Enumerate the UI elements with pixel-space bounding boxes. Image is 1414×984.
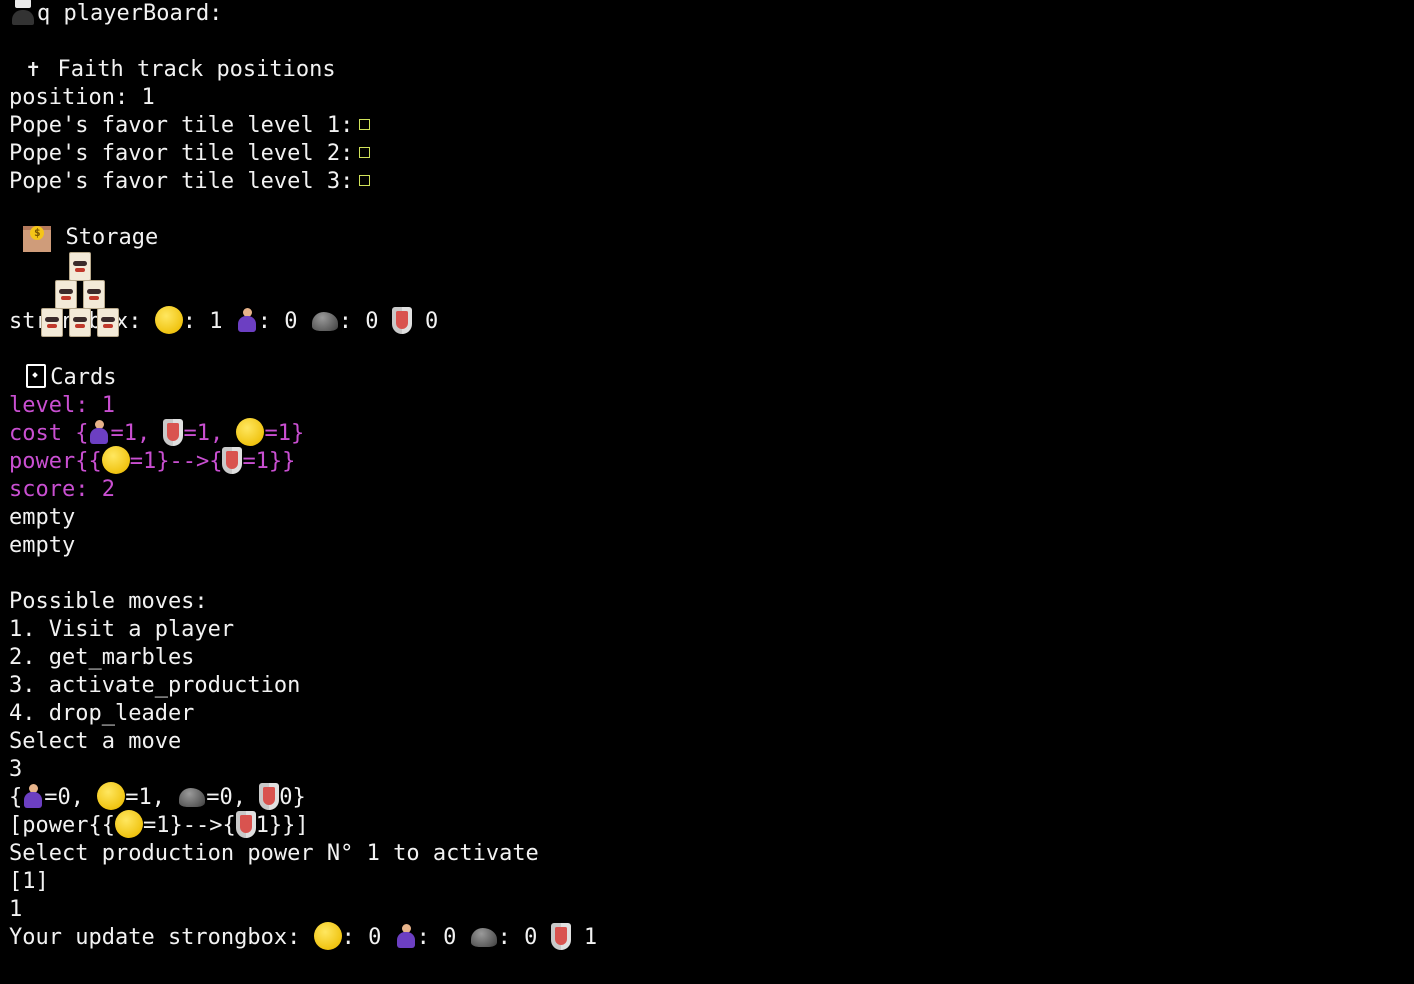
shield-icon (222, 446, 243, 474)
empty-box-icon (359, 119, 371, 130)
shelf-slot-icon (69, 308, 91, 337)
stone-icon (311, 308, 339, 332)
empty-box-icon (359, 147, 371, 158)
pope-tile-1: Pope's favor tile level 1: (9, 112, 1414, 140)
pope-tile-3: Pope's favor tile level 3: (9, 168, 1414, 196)
pope-tile-2: Pope's favor tile level 2: (9, 140, 1414, 168)
resources-shield: 0} (279, 785, 306, 810)
cost-coin: =1} (264, 421, 305, 446)
power-list-prefix: [power{{ (9, 813, 115, 838)
resources-stone: =0, (206, 785, 260, 810)
storage-shelf-spacer (9, 280, 1414, 308)
card-cost: cost { =1, =1, =1} (9, 418, 1414, 448)
shelf-slot-icon (97, 308, 119, 337)
card-score: score: 2 (9, 477, 115, 502)
shield-icon (550, 922, 571, 950)
shield-icon (163, 418, 184, 446)
power-list-line: [power{{ =1}-->{ 1}}] (9, 810, 1414, 840)
cost-shield: =1, (183, 421, 237, 446)
move-prompt: Select a move (9, 729, 182, 754)
shelf-slot-icon (83, 280, 105, 309)
shelf-slot-icon (41, 308, 63, 337)
stone-icon (178, 784, 206, 808)
update-line: Your update strongbox: : 0 : 0 : 0 1 (9, 922, 1414, 952)
cards-title: Cards (50, 365, 117, 390)
card-power: power{{ =1}-->{ =1}} (9, 446, 1414, 476)
move-input: 3 (9, 757, 23, 782)
pope-tile-label: Pope's favor tile level 1: (9, 113, 354, 138)
moves-title: Possible moves: (9, 589, 208, 614)
update-coin: : 0 (341, 925, 382, 950)
faith-title-line: ✝ Faith track positions (9, 56, 1414, 84)
shelf-slot-icon (55, 280, 77, 309)
strongbox-stone: : 0 (338, 309, 379, 334)
card-slot: empty (9, 505, 76, 530)
coin-icon (114, 810, 143, 838)
card-icon (26, 364, 47, 388)
resources-servant: =0, (44, 785, 98, 810)
servant-icon (395, 923, 417, 949)
power-coin: =1}-->{ (129, 449, 223, 474)
shield-icon (391, 306, 412, 334)
production-prompt: Select production power N° 1 to activate (9, 841, 539, 866)
resources-line: { =0, =1, =0, 0} (9, 782, 1414, 812)
production-options: [1] (9, 869, 49, 894)
power-prefix: power{{ (9, 449, 102, 474)
move-item: 3. activate_production (9, 673, 301, 698)
shield-icon (235, 810, 256, 838)
power-list-coin: =1}-->{ (142, 813, 236, 838)
faith-position: position: 1 (9, 85, 155, 110)
coin-icon (97, 782, 126, 810)
spy-icon (9, 0, 37, 25)
strongbox-shield: 0 (411, 309, 439, 334)
cost-servant: =1, (110, 421, 164, 446)
shelf-slot-icon (69, 252, 91, 281)
update-shield: 1 (570, 925, 598, 950)
stone-icon (470, 924, 498, 948)
move-item: 4. drop_leader (9, 701, 195, 726)
cost-prefix: cost { (9, 421, 89, 446)
pope-tile-label: Pope's favor tile level 2: (9, 141, 354, 166)
power-shield: =1}} (242, 449, 296, 474)
storage-shelf-spacer (9, 252, 1414, 280)
move-item: 2. get_marbles (9, 645, 195, 670)
servant-icon (236, 307, 258, 333)
update-stone: : 0 (497, 925, 538, 950)
pope-tile-label: Pope's favor tile level 3: (9, 169, 354, 194)
coin-icon (101, 446, 130, 474)
move-item: 1. Visit a player (9, 617, 235, 642)
coin-icon (313, 922, 342, 950)
power-list-shield: 1}}] (255, 813, 309, 838)
strongbox-servant: : 0 (257, 309, 298, 334)
strongbox-line: strongbox: : 1 : 0 : 0 0 (9, 306, 1414, 336)
servant-icon (88, 419, 110, 445)
update-servant: : 0 (416, 925, 457, 950)
card-level: level: 1 (9, 393, 115, 418)
coin-icon (154, 306, 183, 334)
storage-title: Storage (65, 225, 159, 250)
storage-title-line: Storage (9, 224, 1414, 252)
command-text: q playerBoard: (37, 1, 223, 26)
faith-title: Faith track positions (57, 57, 336, 82)
update-label: Your update strongbox: (9, 925, 301, 950)
resources-coin: =1, (125, 785, 179, 810)
storage-shelves (41, 252, 121, 337)
resources-prefix: { (9, 785, 23, 810)
empty-box-icon (359, 175, 371, 186)
command-line: q playerBoard: (9, 0, 1414, 28)
card-slot: empty (9, 533, 76, 558)
bank-icon (22, 222, 52, 252)
cross-icon: ✝ (26, 57, 40, 82)
coin-icon (236, 418, 265, 446)
production-input: 1 (9, 897, 23, 922)
servant-icon (22, 783, 44, 809)
strongbox-coin: : 1 (182, 309, 223, 334)
shield-icon (259, 782, 280, 810)
terminal-output: q playerBoard: ✝ Faith track positions p… (0, 0, 1414, 952)
cards-title-line: Cards (9, 364, 1414, 392)
